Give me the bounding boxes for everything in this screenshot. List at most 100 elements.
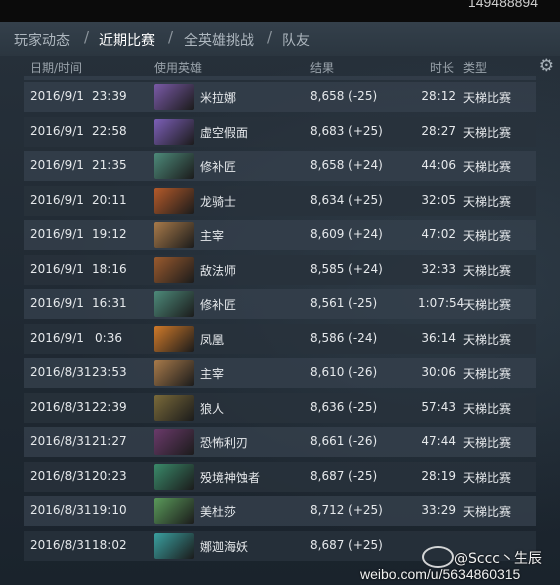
match-date: 2016/9/1 bbox=[30, 192, 84, 207]
watermark-url: weibo.com/u/5634860315 bbox=[360, 566, 521, 582]
match-time: 16:31 bbox=[92, 296, 127, 310]
match-date: 2016/9/1 bbox=[30, 123, 84, 138]
match-date: 2016/8/31 bbox=[30, 503, 92, 517]
hero-name: 修补匠 bbox=[200, 298, 237, 312]
table-row[interactable]: 2016/8/31 19:10 美杜莎 8,712 (+25) 33:29 天梯比赛 bbox=[24, 496, 536, 526]
hero-portrait-icon[interactable] bbox=[154, 291, 194, 317]
tab-teammates[interactable]: 队友 bbox=[282, 30, 310, 50]
match-type: 天梯比赛 bbox=[463, 367, 512, 381]
match-type: 天梯比赛 bbox=[463, 401, 512, 416]
match-date: 2016/9/1 bbox=[30, 330, 84, 345]
hero-name: 狼人 bbox=[200, 401, 225, 416]
match-type: 天梯比赛 bbox=[463, 91, 512, 105]
header-result[interactable]: 结果 bbox=[310, 59, 334, 76]
tab-player-feed[interactable]: 玩家动态 bbox=[14, 30, 70, 50]
match-duration: 44:06 bbox=[421, 158, 456, 172]
match-result: 8,610 (-26) bbox=[310, 365, 378, 379]
match-result: 8,586 (-24) bbox=[310, 330, 378, 345]
match-time: 0:36 bbox=[95, 330, 122, 345]
top-number: 149488894 bbox=[467, 0, 538, 10]
match-date: 2016/9/1 bbox=[30, 261, 84, 276]
header-hero[interactable]: 使用英雄 bbox=[154, 59, 202, 76]
hero-portrait-icon[interactable] bbox=[154, 463, 194, 490]
tab-separator: / bbox=[267, 28, 273, 46]
hero-name: 凤凰 bbox=[200, 332, 225, 347]
table-row[interactable]: 2016/9/1 22:58 虚空假面 8,683 (+25) 28:27 天梯比赛 bbox=[24, 116, 536, 147]
table-row[interactable]: 2016/9/1 16:31 修补匠 8,561 (-25) 1:07:54 天梯比赛 bbox=[24, 289, 536, 319]
match-type: 天梯比赛 bbox=[463, 194, 512, 209]
table-row[interactable]: 2016/9/1 18:16 敌法师 8,585 (+24) 32:33 天梯比赛 bbox=[24, 254, 536, 285]
hero-name: 主宰 bbox=[200, 229, 225, 243]
tab-separator: / bbox=[84, 28, 90, 46]
match-time: 21:27 bbox=[92, 434, 127, 448]
tab-recent-matches[interactable]: 近期比赛 bbox=[99, 30, 155, 50]
match-type: 天梯比赛 bbox=[463, 263, 512, 278]
header-date-time[interactable]: 日期/时间 bbox=[30, 59, 82, 76]
match-time: 18:02 bbox=[92, 537, 127, 552]
hero-portrait-icon[interactable] bbox=[154, 187, 194, 214]
table-row[interactable]: 2016/9/1 20:11 龙骑士 8,634 (+25) 32:05 天梯比赛 bbox=[24, 185, 536, 216]
match-duration: 30:06 bbox=[421, 365, 456, 379]
hero-name: 殁境神蚀者 bbox=[200, 470, 261, 485]
hero-name: 米拉娜 bbox=[200, 91, 237, 105]
watermark-user: @Sccc丶生辰 bbox=[454, 551, 542, 567]
hero-portrait-icon[interactable] bbox=[154, 222, 194, 248]
match-date: 2016/9/1 bbox=[30, 227, 84, 241]
tab-all-hero-challenge[interactable]: 全英雄挑战 bbox=[184, 30, 254, 50]
match-result: 8,658 (-25) bbox=[310, 89, 378, 103]
match-duration: 28:12 bbox=[421, 89, 456, 103]
match-list: 2016/9/1 23:39 米拉娜 8,658 (-25) 28:12 天梯比赛 2016… bbox=[0, 76, 560, 585]
match-duration: 28:27 bbox=[421, 123, 456, 138]
table-row[interactable]: 2016/8/31 20:23 殁境神蚀者 8,687 (-25) 28:19 天梯比赛 bbox=[24, 461, 536, 492]
match-time: 20:23 bbox=[92, 468, 127, 483]
hero-portrait-icon[interactable] bbox=[154, 256, 194, 283]
hero-portrait-icon[interactable] bbox=[154, 84, 194, 110]
hero-portrait-icon[interactable] bbox=[154, 532, 194, 559]
table-row[interactable]: 2016/9/1 19:12 主宰 8,609 (+24) 47:02 天梯比赛 bbox=[24, 220, 536, 250]
match-time: 20:11 bbox=[92, 192, 127, 207]
match-type: 天梯比赛 bbox=[463, 298, 512, 312]
hero-name: 修补匠 bbox=[200, 160, 237, 174]
table-row[interactable]: 2016/8/31 23:53 主宰 8,610 (-26) 30:06 天梯比赛 bbox=[24, 358, 536, 388]
match-date: 2016/8/31 bbox=[30, 434, 92, 448]
match-result: 8,683 (+25) bbox=[310, 123, 383, 138]
hero-name: 主宰 bbox=[200, 367, 225, 381]
match-time: 21:35 bbox=[92, 158, 127, 172]
table-row[interactable]: 2016/9/1 21:35 修补匠 8,658 (+24) 44:06 天梯比赛 bbox=[24, 151, 536, 181]
gear-icon[interactable]: ⚙ bbox=[539, 56, 554, 76]
match-date: 2016/8/31 bbox=[30, 365, 92, 379]
weibo-logo-icon bbox=[422, 546, 454, 568]
match-time: 23:39 bbox=[92, 89, 127, 103]
match-type: 天梯比赛 bbox=[463, 160, 512, 174]
header-type[interactable]: 类型 bbox=[463, 59, 487, 76]
column-header: 日期/时间 使用英雄 结果 时长 类型 ⚙ bbox=[0, 56, 560, 76]
table-row[interactable]: 2016/8/31 22:39 狼人 8,636 (-25) 57:43 天梯比赛 bbox=[24, 392, 536, 423]
table-row[interactable]: 2016/8/31 21:27 恐怖利刃 8,661 (-26) 47:44 天梯比赛 bbox=[24, 427, 536, 457]
hero-portrait-icon[interactable] bbox=[154, 394, 194, 421]
table-row[interactable]: 2016/9/1 23:39 米拉娜 8,658 (-25) 28:12 天梯比赛 bbox=[24, 82, 536, 112]
match-type: 天梯比赛 bbox=[463, 505, 512, 519]
match-date: 2016/8/31 bbox=[30, 399, 92, 414]
tab-bar: 玩家动态 / 近期比赛 / 全英雄挑战 / 队友 bbox=[0, 22, 560, 56]
hero-portrait-icon[interactable] bbox=[154, 153, 194, 179]
match-duration: 57:43 bbox=[421, 399, 456, 414]
table-row[interactable]: 2016/9/1 0:36 凤凰 8,586 (-24) 36:14 天梯比赛 bbox=[24, 323, 536, 354]
hero-portrait-icon[interactable] bbox=[154, 498, 194, 524]
match-result: 8,636 (-25) bbox=[310, 399, 378, 414]
match-time: 19:12 bbox=[92, 227, 127, 241]
match-result: 8,661 (-26) bbox=[310, 434, 378, 448]
hero-portrait-icon[interactable] bbox=[154, 429, 194, 455]
match-result: 8,609 (+24) bbox=[310, 227, 383, 241]
hero-name: 龙骑士 bbox=[200, 194, 237, 209]
match-date: 2016/8/31 bbox=[30, 537, 92, 552]
header-duration[interactable]: 时长 bbox=[430, 59, 454, 76]
match-type: 天梯比赛 bbox=[463, 470, 512, 485]
tab-separator: / bbox=[168, 28, 174, 46]
match-time: 18:16 bbox=[92, 261, 127, 276]
hero-portrait-icon[interactable] bbox=[154, 118, 194, 145]
match-duration: 1:07:54 bbox=[418, 296, 465, 310]
match-time: 19:10 bbox=[92, 503, 127, 517]
hero-portrait-icon[interactable] bbox=[154, 325, 194, 352]
hero-portrait-icon[interactable] bbox=[154, 360, 194, 386]
match-result: 8,712 (+25) bbox=[310, 503, 383, 517]
